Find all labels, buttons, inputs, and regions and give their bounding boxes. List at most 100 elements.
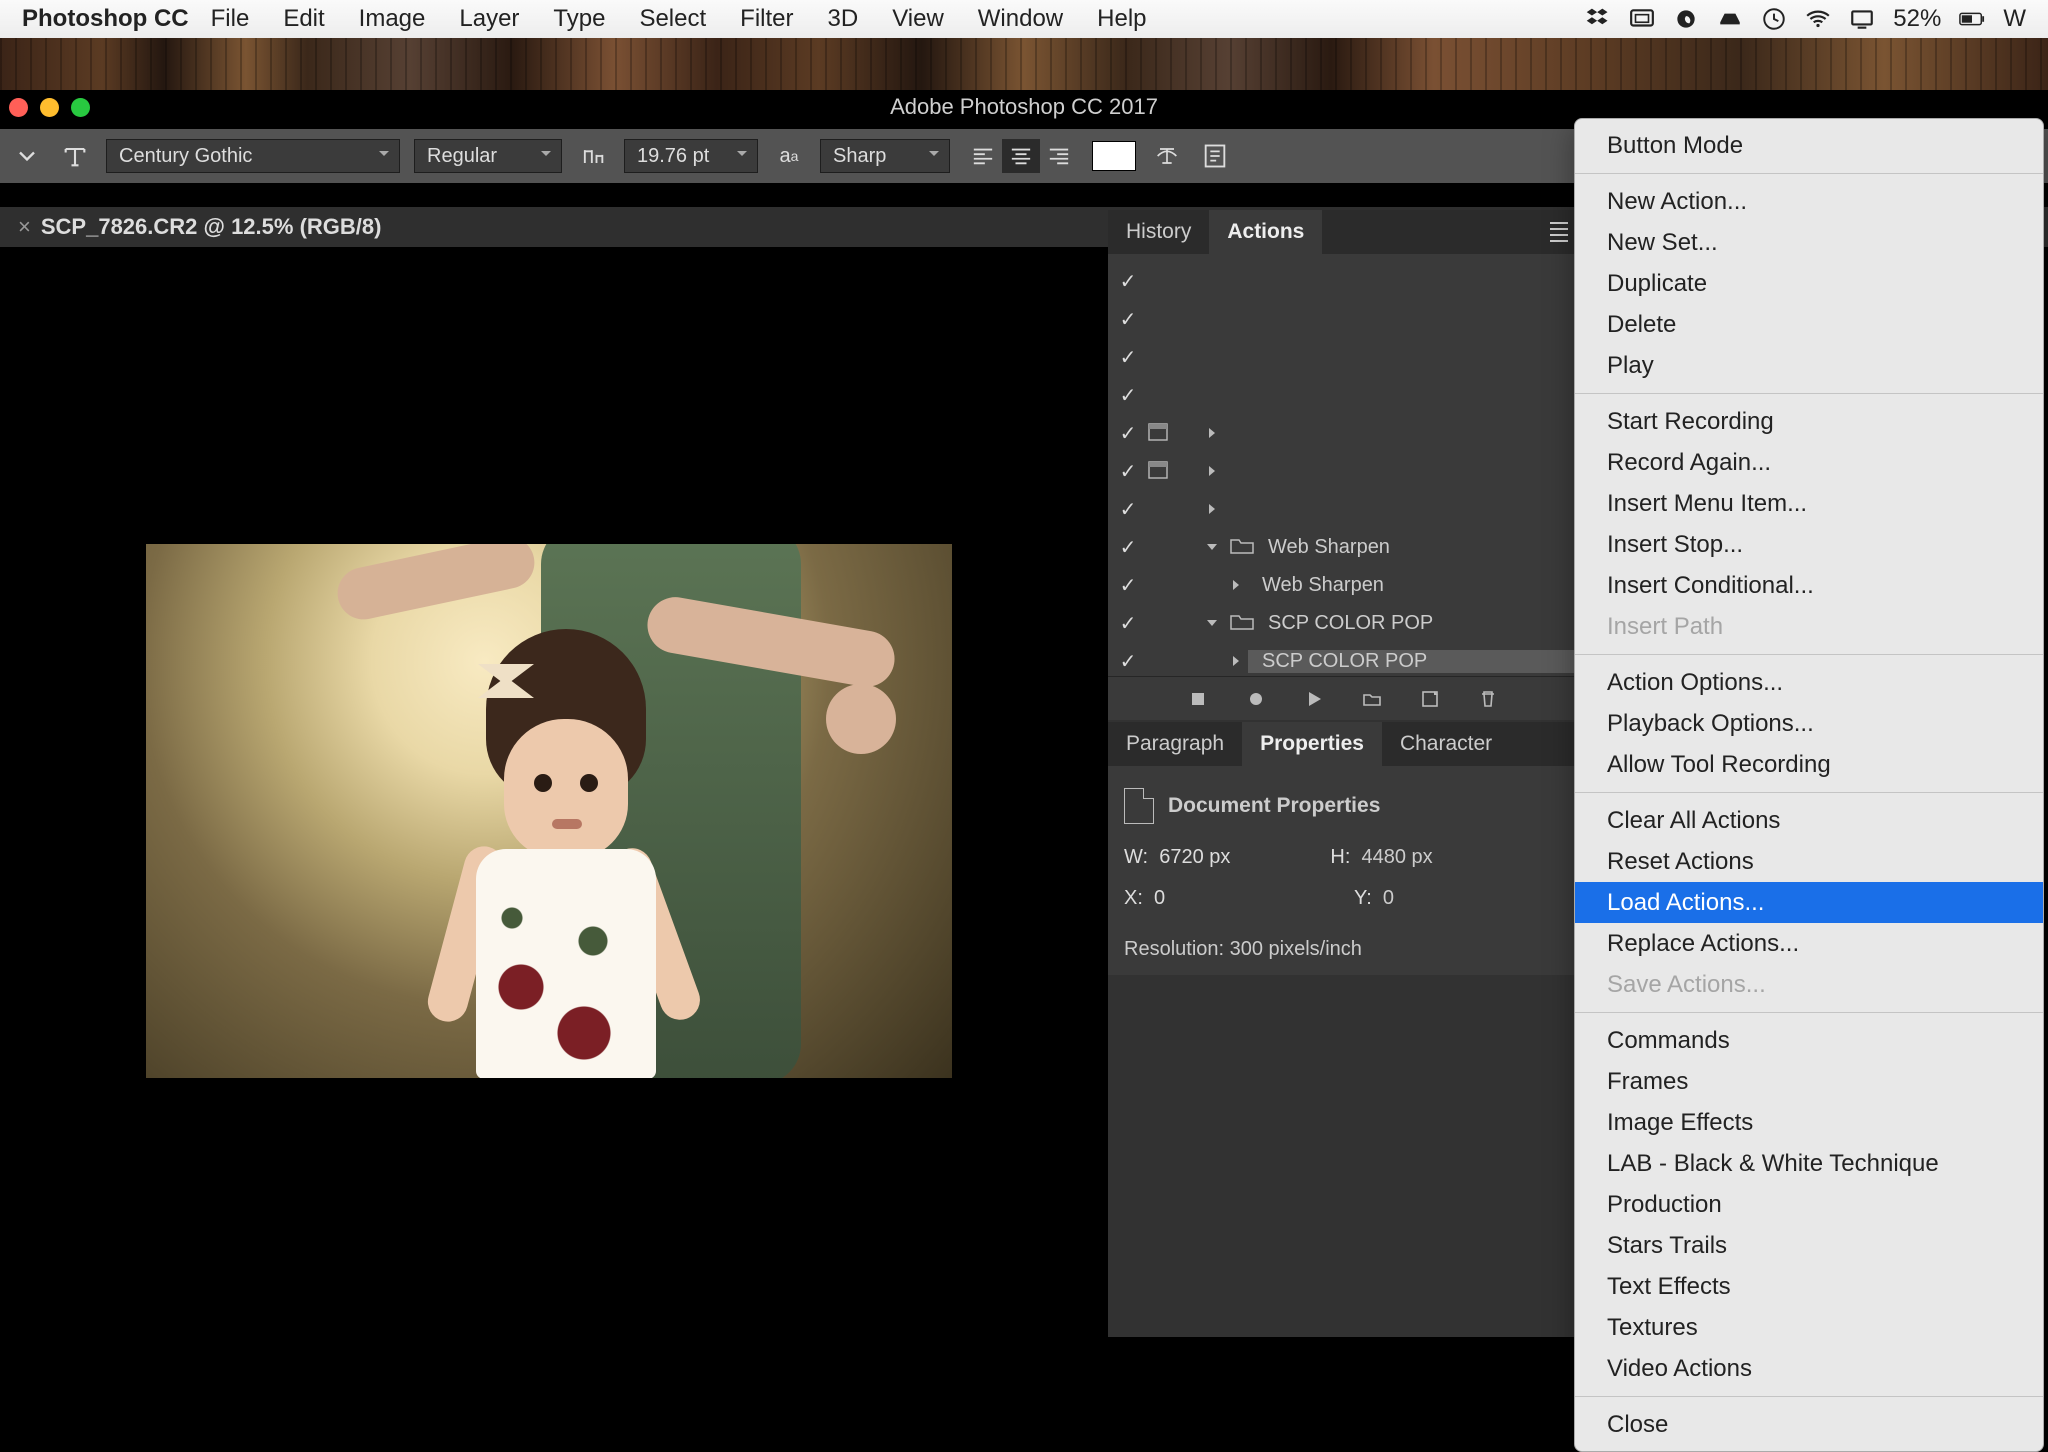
menu-filter[interactable]: Filter — [740, 5, 793, 33]
action-dialog-toggle[interactable] — [1148, 537, 1172, 557]
menu-item[interactable]: Allow Tool Recording — [1575, 744, 2043, 785]
menu-help[interactable]: Help — [1097, 5, 1146, 33]
menu-type[interactable]: Type — [553, 5, 605, 33]
action-row[interactable]: ✓ — [1108, 262, 1578, 300]
tab-history[interactable]: History — [1108, 210, 1209, 254]
text-color-swatch[interactable] — [1092, 141, 1136, 171]
time-machine-icon[interactable] — [1761, 6, 1787, 32]
font-size-dropdown[interactable]: 19.76 pt — [624, 139, 758, 173]
battery-percent[interactable]: 52% — [1893, 5, 1941, 33]
action-toggle-check[interactable]: ✓ — [1108, 307, 1148, 332]
menu-window[interactable]: Window — [978, 5, 1063, 33]
action-dialog-toggle[interactable] — [1148, 347, 1172, 367]
menu-item[interactable]: Record Again... — [1575, 442, 2043, 483]
menu-item[interactable]: Start Recording — [1575, 401, 2043, 442]
minimize-window-button[interactable] — [40, 98, 59, 117]
menu-item[interactable]: Video Actions — [1575, 1348, 2043, 1389]
menu-item[interactable]: Commands — [1575, 1020, 2043, 1061]
maximize-window-button[interactable] — [71, 98, 90, 117]
disclosure-triangle[interactable] — [1200, 617, 1224, 629]
align-right-button[interactable] — [1040, 139, 1078, 173]
menu-item[interactable]: Load Actions... — [1575, 882, 2043, 923]
menu-item[interactable]: LAB - Black & White Technique — [1575, 1143, 2043, 1184]
action-dialog-toggle[interactable] — [1148, 385, 1172, 405]
action-toggle-check[interactable]: ✓ — [1108, 611, 1148, 636]
trash-button[interactable] — [1478, 689, 1498, 709]
action-toggle-check[interactable]: ✓ — [1108, 269, 1148, 294]
action-dialog-toggle[interactable] — [1148, 575, 1172, 595]
menu-item[interactable]: Close — [1575, 1404, 2043, 1445]
menu-item[interactable]: Image Effects — [1575, 1102, 2043, 1143]
tab-actions[interactable]: Actions — [1209, 210, 1322, 254]
font-weight-dropdown[interactable]: Regular — [414, 139, 562, 173]
menu-item[interactable]: Duplicate — [1575, 263, 2043, 304]
play-button[interactable] — [1304, 689, 1324, 709]
action-row[interactable]: ✓Web Sharpen — [1108, 528, 1578, 566]
menu-item[interactable]: Insert Stop... — [1575, 524, 2043, 565]
action-dialog-toggle[interactable] — [1148, 651, 1172, 671]
action-row[interactable]: ✓ — [1108, 376, 1578, 414]
disclosure-triangle[interactable] — [1200, 427, 1224, 439]
action-dialog-toggle[interactable] — [1148, 309, 1172, 329]
menu-item[interactable]: Stars Trails — [1575, 1225, 2043, 1266]
menu-edit[interactable]: Edit — [283, 5, 324, 33]
menu-select[interactable]: Select — [639, 5, 706, 33]
stop-button[interactable] — [1188, 689, 1208, 709]
panel-menu-icon[interactable] — [1550, 222, 1568, 251]
disclosure-triangle[interactable] — [1200, 503, 1224, 515]
align-left-button[interactable] — [964, 139, 1002, 173]
app-name[interactable]: Photoshop CC — [22, 5, 189, 33]
menu-item[interactable]: Button Mode — [1575, 125, 2043, 166]
action-dialog-toggle[interactable] — [1148, 461, 1172, 481]
action-row[interactable]: ✓ — [1108, 414, 1578, 452]
tab-character[interactable]: Character — [1382, 722, 1510, 766]
disclosure-triangle[interactable] — [1200, 541, 1224, 553]
menu-view[interactable]: View — [892, 5, 944, 33]
menu-item[interactable]: New Action... — [1575, 181, 2043, 222]
actions-list[interactable]: ✓✓✓✓✓✓✓✓Web Sharpen✓Web Sharpen✓SCP COLO… — [1108, 254, 1578, 676]
align-center-button[interactable] — [1002, 139, 1040, 173]
action-dialog-toggle[interactable] — [1148, 613, 1172, 633]
creative-cloud-icon[interactable] — [1673, 6, 1699, 32]
disclosure-triangle[interactable] — [1200, 465, 1224, 477]
menu-item[interactable]: Delete — [1575, 304, 2043, 345]
menu-item[interactable]: Playback Options... — [1575, 703, 2043, 744]
canvas-area[interactable] — [16, 247, 1080, 1337]
actions-context-menu[interactable]: Button ModeNew Action...New Set...Duplic… — [1574, 118, 2044, 1452]
new-set-button[interactable] — [1362, 689, 1382, 709]
warp-text-icon[interactable] — [1150, 139, 1184, 173]
anti-alias-dropdown[interactable]: Sharp — [820, 139, 950, 173]
disclosure-triangle[interactable] — [1224, 579, 1248, 591]
type-tool-preset-icon[interactable] — [58, 139, 92, 173]
action-toggle-check[interactable]: ✓ — [1108, 573, 1148, 598]
tab-paragraph[interactable]: Paragraph — [1108, 722, 1242, 766]
action-row[interactable]: ✓ — [1108, 452, 1578, 490]
action-dialog-toggle[interactable] — [1148, 423, 1172, 443]
action-toggle-check[interactable]: ✓ — [1108, 459, 1148, 484]
menu-item[interactable]: Replace Actions... — [1575, 923, 2043, 964]
wifi-icon[interactable] — [1805, 6, 1831, 32]
menu-item[interactable]: Textures — [1575, 1307, 2043, 1348]
action-row[interactable]: ✓ — [1108, 338, 1578, 376]
action-toggle-check[interactable]: ✓ — [1108, 535, 1148, 560]
document-tab-title[interactable]: SCP_7826.CR2 @ 12.5% (RGB/8) — [41, 214, 382, 240]
action-toggle-check[interactable]: ✓ — [1108, 649, 1148, 674]
menu-file[interactable]: File — [211, 5, 250, 33]
display-icon[interactable] — [1849, 6, 1875, 32]
action-toggle-check[interactable]: ✓ — [1108, 383, 1148, 408]
record-button[interactable] — [1246, 689, 1266, 709]
menu-image[interactable]: Image — [359, 5, 426, 33]
battery-icon[interactable] — [1959, 6, 1985, 32]
action-row[interactable]: ✓SCP COLOR POP — [1108, 642, 1578, 676]
menu-item[interactable]: Reset Actions — [1575, 841, 2043, 882]
menu-item[interactable]: Insert Menu Item... — [1575, 483, 2043, 524]
menu-item[interactable]: Clear All Actions — [1575, 800, 2043, 841]
menu-item[interactable]: Action Options... — [1575, 662, 2043, 703]
menu-item[interactable]: Play — [1575, 345, 2043, 386]
action-dialog-toggle[interactable] — [1148, 271, 1172, 291]
menu-item[interactable]: Frames — [1575, 1061, 2043, 1102]
action-dialog-toggle[interactable] — [1148, 499, 1172, 519]
tab-close-icon[interactable]: × — [18, 214, 31, 240]
chevron-down-icon[interactable] — [10, 139, 44, 173]
menu-layer[interactable]: Layer — [459, 5, 519, 33]
